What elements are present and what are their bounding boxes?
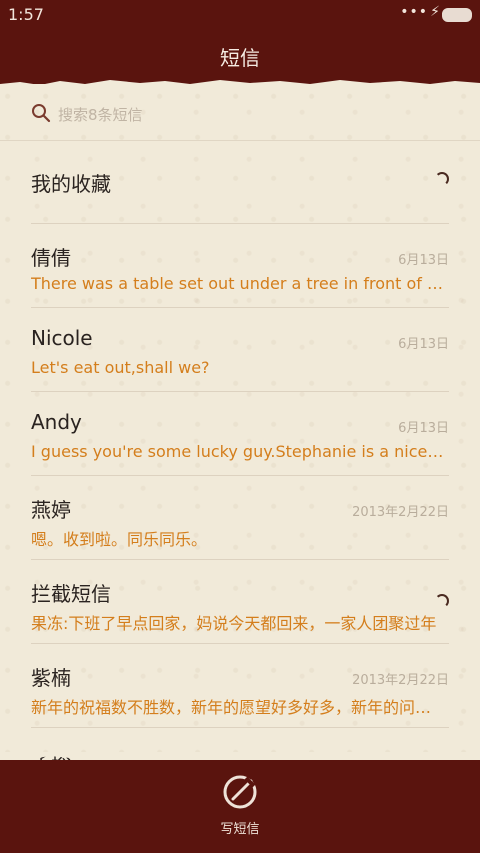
search-bar[interactable]: 搜索8条短信	[0, 84, 480, 141]
message-date: 6月13日	[398, 337, 449, 352]
message-date: 6月13日	[398, 421, 449, 436]
message-preview: 果冻:下班了早点回家，妈说今天都回来，一家人团聚过年	[31, 614, 437, 633]
contact-name: 燕婷	[31, 498, 71, 522]
bottom-bar: 写短信	[0, 760, 480, 853]
message-date: 2013年2月22日	[352, 505, 449, 520]
battery-icon	[442, 8, 472, 22]
contact-name: 紫楠	[31, 666, 71, 690]
blocked-messages-row[interactable]: 拦截短信 果冻:下班了早点回家，妈说今天都回来，一家人团聚过年	[0, 560, 480, 644]
compose-button[interactable]	[220, 772, 260, 812]
title-bar: 短信	[0, 28, 480, 84]
message-preview: There was a table set out under a tree i…	[31, 274, 447, 293]
loading-spinner-icon	[435, 172, 449, 186]
message-preview: I guess you're some lucky guy.Stephanie …	[31, 442, 447, 461]
message-preview: 嗯。收到啦。同乐同乐。	[31, 530, 208, 549]
contact-name: Andy	[31, 410, 82, 434]
message-preview: Let's eat out,shall we?	[31, 358, 210, 377]
message-list-panel: 搜索8条短信 我的收藏 倩倩 6月13日 There was a table s…	[0, 84, 480, 760]
conversation-row[interactable]: 紫楠 2013年2月22日 新年的祝福数不胜数，新年的愿望好多好多，新年的问候不…	[0, 644, 480, 728]
conversation-row[interactable]: 燕婷 2013年2月22日 嗯。收到啦。同乐同乐。	[0, 476, 480, 560]
conversation-row[interactable]: Andy 6月13日 I guess you're some lucky guy…	[0, 392, 480, 476]
conversation-row[interactable]: 倩倩 6月13日 There was a table set out under…	[0, 224, 480, 308]
loading-spinner-icon	[435, 594, 449, 608]
page-title: 短信	[220, 45, 260, 70]
favorites-item[interactable]: 我的收藏	[0, 140, 480, 224]
torn-edge-top	[0, 80, 480, 88]
conversation-row[interactable]: Nicole 6月13日 Let's eat out,shall we?	[0, 308, 480, 392]
message-date: 6月13日	[398, 253, 449, 268]
torn-edge-bottom	[0, 752, 480, 760]
favorites-label: 我的收藏	[31, 172, 111, 196]
contact-name: 拦截短信	[31, 582, 111, 606]
search-input[interactable]: 搜索8条短信	[58, 104, 143, 125]
status-bar: 1:57 ••• ⚡	[0, 0, 480, 28]
status-time: 1:57	[8, 5, 44, 24]
signal-dots-icon: •••	[400, 4, 428, 20]
message-preview: 新年的祝福数不胜数，新年的愿望好多好多，新年的问候不能少	[31, 698, 447, 717]
contact-name: Nicole	[31, 326, 93, 350]
search-icon	[32, 104, 51, 123]
compose-label[interactable]: 写短信	[0, 818, 480, 837]
message-date: 2013年2月22日	[352, 673, 449, 688]
charging-icon: ⚡	[430, 4, 440, 20]
contact-name: 倩倩	[31, 246, 71, 270]
